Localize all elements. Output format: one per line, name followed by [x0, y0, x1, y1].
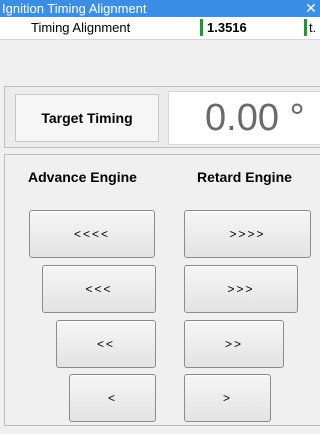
advance-engine-heading: Advance Engine — [28, 169, 137, 185]
retard-2-button[interactable]: >> — [184, 320, 284, 368]
window-title: Ignition Timing Alignment — [2, 1, 147, 16]
retard-1-button[interactable]: > — [184, 374, 271, 422]
advance-4-button[interactable]: <<<< — [29, 210, 155, 258]
target-timing-panel: Target Timing 0.00 ° — [4, 86, 320, 148]
retard-engine-heading: Retard Engine — [197, 169, 292, 185]
advance-1-button[interactable]: < — [69, 374, 156, 422]
target-timing-value: 0.00 ° — [168, 91, 320, 145]
engine-adjust-panel: Advance Engine Retard Engine <<<< <<< <<… — [4, 154, 320, 426]
truncated-status-text: t. — [309, 20, 317, 35]
target-timing-label: Target Timing — [15, 94, 159, 142]
status-indicator-bar — [200, 19, 203, 36]
close-icon[interactable]: ✕ — [303, 0, 319, 17]
timing-alignment-label: Timing Alignment — [31, 20, 131, 35]
retard-3-button[interactable]: >>> — [184, 265, 298, 313]
window-titlebar: Ignition Timing Alignment ✕ — [0, 0, 320, 17]
timing-status-row: Timing Alignment 1.3516 t. — [0, 17, 320, 40]
retard-4-button[interactable]: >>>> — [184, 210, 311, 258]
timing-alignment-value: 1.3516 — [207, 20, 247, 35]
advance-3-button[interactable]: <<< — [42, 265, 156, 313]
status-indicator-bar — [304, 19, 307, 36]
advance-2-button[interactable]: << — [56, 320, 156, 368]
